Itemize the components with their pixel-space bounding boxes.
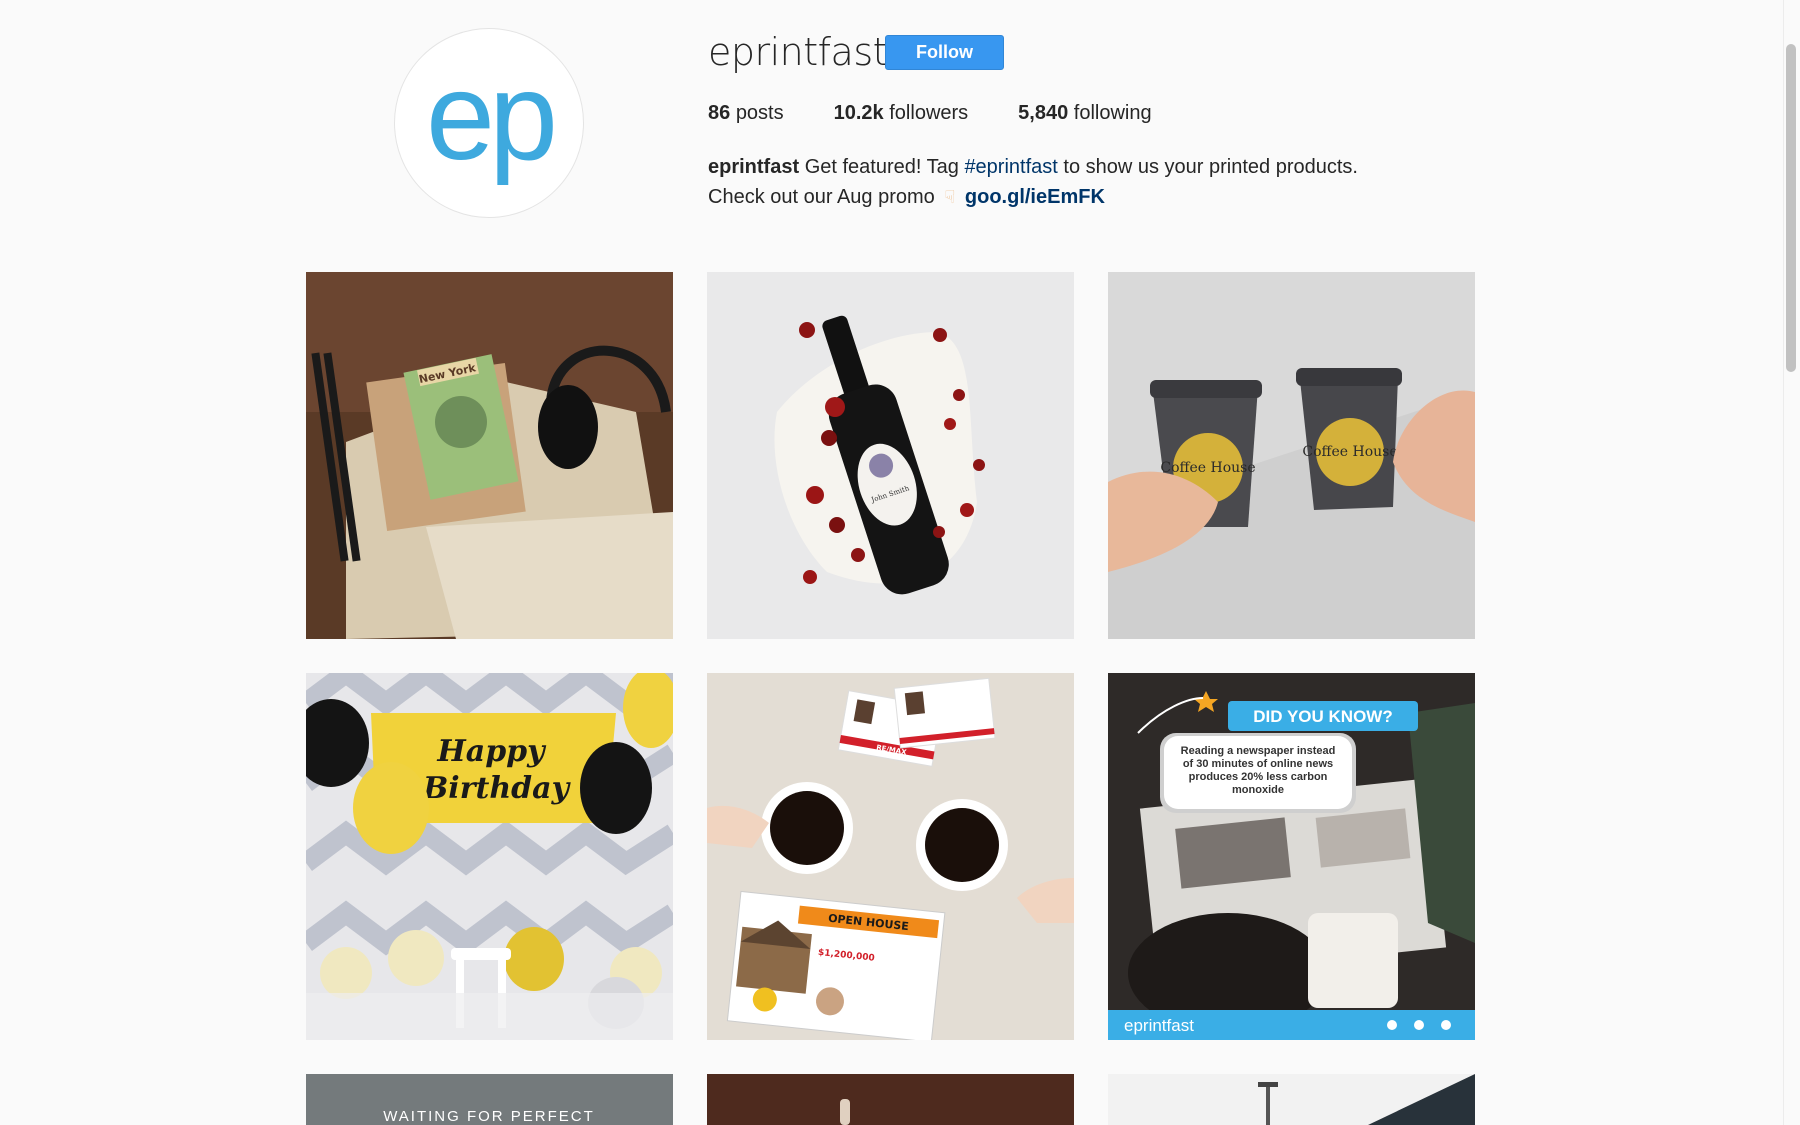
- bio-text-2: to show us your printed products.: [1063, 156, 1358, 178]
- profile-username: eprintfast: [708, 30, 888, 74]
- profile-bio: eprintfast Get featured! Tag #eprintfast…: [708, 152, 1468, 212]
- post-image: [707, 1074, 1074, 1125]
- bio-name: eprintfast: [708, 156, 800, 178]
- post-image: WAITING FOR PERFECT: [306, 1074, 673, 1125]
- stat-following[interactable]: 5,840 following: [1018, 102, 1151, 125]
- post-tile-brown[interactable]: [707, 1074, 1074, 1125]
- stat-followers-label: followers: [889, 102, 969, 124]
- birthday-banner-line1: Happy: [436, 734, 547, 769]
- pointing-down-hand-icon: ☟: [944, 187, 956, 207]
- birthday-banner-line2: Birthday: [422, 771, 572, 806]
- post-tile-open-house[interactable]: RE/MAX OPEN HOUSE $1,200,000: [707, 673, 1074, 1040]
- post-tile-newyork-card[interactable]: New York: [306, 272, 673, 639]
- did-you-know-footer-brand: eprintfast: [1124, 1016, 1194, 1035]
- post-image: Coffee House Coffee House: [1108, 272, 1475, 639]
- did-you-know-line2: of 30 minutes of online news: [1183, 758, 1333, 770]
- stat-following-count: 5,840: [1018, 102, 1069, 124]
- post-tile-coffee-cups[interactable]: Coffee House Coffee House: [1108, 272, 1475, 639]
- post-image: [1108, 1074, 1475, 1125]
- follow-button[interactable]: Follow: [885, 35, 1004, 70]
- stat-following-label: following: [1073, 102, 1152, 124]
- post-tile-happy-birthday[interactable]: Happy Birthday: [306, 673, 673, 1040]
- bio-promo-link[interactable]: goo.gl/ieEmFK: [965, 186, 1105, 208]
- post-tile-waiting[interactable]: WAITING FOR PERFECT: [306, 1074, 673, 1125]
- did-you-know-line3: produces 20% less carbon: [1189, 771, 1328, 783]
- avatar-logo-text: ep: [426, 48, 558, 186]
- post-image: New York: [306, 272, 673, 639]
- bio-text-3: Check out our Aug promo: [708, 186, 935, 208]
- profile-avatar[interactable]: ep: [394, 28, 584, 218]
- profile-stats: 86 posts 10.2k followers 5,840 following: [708, 102, 1202, 125]
- post-image: RE/MAX OPEN HOUSE $1,200,000: [707, 673, 1074, 1040]
- did-you-know-line4: monoxide: [1232, 784, 1284, 796]
- post-tile-wine-bottle[interactable]: John Smith: [707, 272, 1074, 639]
- did-you-know-heading: DID YOU KNOW?: [1253, 707, 1392, 726]
- stat-followers[interactable]: 10.2k followers: [834, 102, 969, 125]
- profile-page: ep eprintfast Follow 86 posts 10.2k foll…: [0, 0, 1800, 1125]
- did-you-know-line1: Reading a newspaper instead: [1181, 745, 1336, 757]
- post-image: John Smith: [707, 272, 1074, 639]
- post-tile-did-you-know[interactable]: DID YOU KNOW? Reading a newspaper instea…: [1108, 673, 1475, 1040]
- waiting-post-text: WAITING FOR PERFECT: [383, 1108, 595, 1125]
- bio-text-1: Get featured! Tag: [804, 156, 959, 178]
- stat-posts: 86 posts: [708, 102, 784, 125]
- stat-posts-label: posts: [735, 102, 784, 124]
- stat-followers-count: 10.2k: [833, 102, 884, 124]
- coffee-cup-right-text: Coffee House: [1302, 444, 1397, 460]
- coffee-cup-left-text: Coffee House: [1160, 460, 1255, 476]
- post-image: DID YOU KNOW? Reading a newspaper instea…: [1108, 673, 1475, 1040]
- stat-posts-count: 86: [708, 102, 731, 124]
- post-image: Happy Birthday: [306, 673, 673, 1040]
- scrollbar-thumb[interactable]: [1786, 44, 1796, 372]
- bio-hashtag-link[interactable]: #eprintfast: [964, 156, 1057, 178]
- post-tile-street-lamp[interactable]: [1108, 1074, 1475, 1125]
